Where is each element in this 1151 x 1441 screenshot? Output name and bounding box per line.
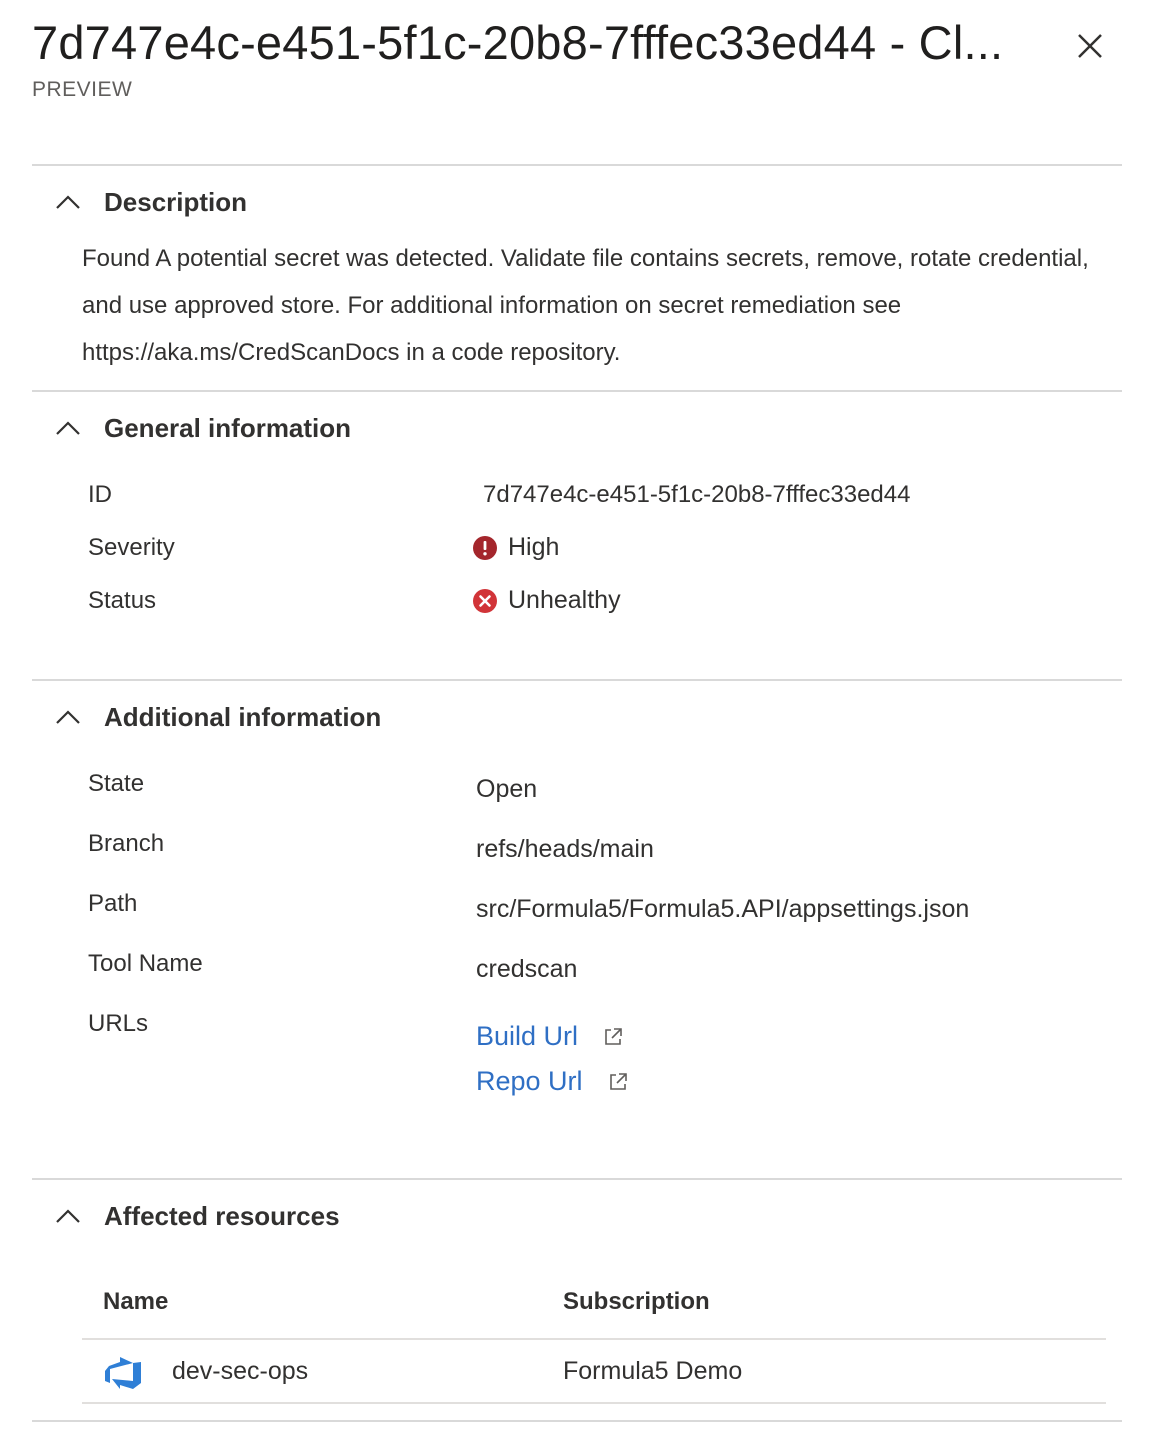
status-value: Unhealthy [508,586,621,614]
chevron-up-icon [56,1209,80,1223]
chevron-up-icon [56,195,80,209]
resource-name: dev-sec-ops [172,1357,309,1385]
resource-subscription: Formula5 Demo [563,1357,743,1385]
section-toggle-general[interactable]: General information [52,408,351,448]
column-header-name[interactable]: Name [103,1288,168,1316]
divider [32,164,1122,166]
chevron-up-icon [56,710,80,724]
path-label: Path [88,890,138,917]
status-value-container: Unhealthy [473,586,621,615]
tool-name-label: Tool Name [88,950,203,977]
state-label: State [88,770,145,797]
exclamation-circle-icon [473,535,497,560]
chevron-up-icon [56,421,80,435]
section-toggle-affected[interactable]: Affected resources [52,1196,340,1236]
close-icon [1078,34,1102,58]
divider [32,1178,1122,1180]
section-title-additional: Additional information [104,701,382,732]
branch-value: refs/heads/main [476,835,654,863]
state-value: Open [476,775,538,803]
id-label: ID [88,481,112,508]
table-row-divider [82,1402,1106,1404]
severity-value-container: High [473,533,560,562]
branch-label: Branch [88,830,165,857]
error-x-circle-icon [473,588,497,613]
section-toggle-additional[interactable]: Additional information [52,697,381,737]
divider [32,1420,1122,1422]
external-link-icon[interactable] [607,1071,629,1093]
divider [32,679,1122,681]
section-toggle-description[interactable]: Description [52,182,247,222]
urls-label: URLs [88,1010,149,1037]
section-title-description: Description [104,186,248,217]
build-url-row: Build Url [476,1021,624,1052]
column-header-subscription[interactable]: Subscription [563,1288,710,1316]
id-value: 7d747e4c-e451-5f1c-20b8-7fffec33ed44 [483,481,911,508]
tool-name-value: credscan [476,955,578,983]
divider [32,390,1122,392]
section-title-general: General information [104,412,352,443]
path-value: src/Formula5/Formula5.API/appsettings.js… [476,895,970,923]
table-row[interactable]: dev-sec-ops Formula5 Demo [82,1340,1106,1402]
repo-url-row: Repo Url [476,1066,629,1097]
azure-devops-icon [105,1357,141,1389]
description-text: Found A potential secret was detected. V… [82,245,1089,366]
severity-label: Severity [88,534,175,561]
external-link-icon[interactable] [602,1026,624,1048]
status-label: Status [88,587,157,614]
panel-subtitle: PREVIEW [32,78,133,101]
panel-header: 7d747e4c-e451-5f1c-20b8-7fffec33ed44 - C… [32,14,1032,102]
build-url-link[interactable]: Build Url [476,1021,578,1052]
severity-value: High [508,533,560,561]
repo-url-link[interactable]: Repo Url [476,1066,583,1097]
section-title-affected: Affected resources [104,1200,340,1231]
panel-title: 7d747e4c-e451-5f1c-20b8-7fffec33ed44 - C… [32,16,1004,69]
close-button[interactable] [1070,26,1110,66]
